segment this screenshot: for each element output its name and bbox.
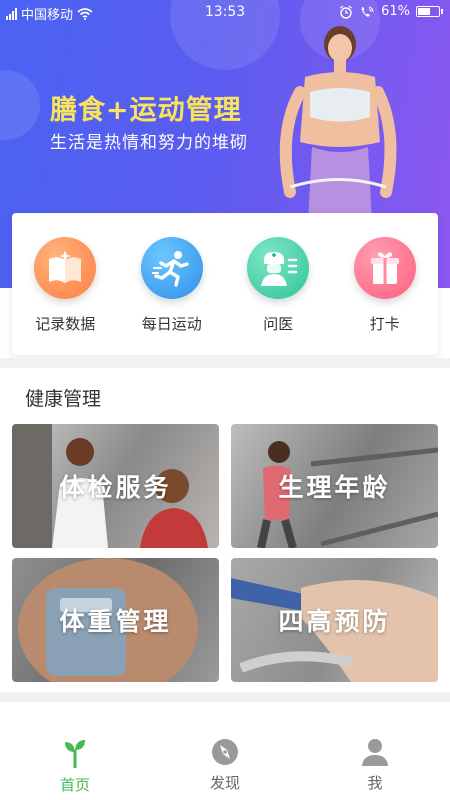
tab-home[interactable]: 首页 xyxy=(0,702,150,800)
nurse-icon xyxy=(247,237,310,299)
tile-label: 四高预防 xyxy=(278,607,391,636)
tile-label: 体重管理 xyxy=(59,607,172,636)
tab-discover[interactable]: 发现 xyxy=(150,702,300,800)
tile-label: 生理年龄 xyxy=(278,473,391,502)
tile-physical-exam[interactable]: 体检服务 xyxy=(12,424,219,548)
tab-home-label: 首页 xyxy=(59,776,90,794)
gift-box-icon xyxy=(353,237,416,299)
daily-exercise-label: 每日运动 xyxy=(141,315,202,333)
person-icon xyxy=(362,739,388,766)
fitness-woman-illustration xyxy=(279,26,397,222)
banner-subtitle: 生活是热情和努力的堆砌 xyxy=(50,133,248,153)
alarm-clock-icon xyxy=(340,5,352,19)
status-bar: 中国移动 13:53 61% xyxy=(0,0,450,26)
section-divider xyxy=(0,692,450,702)
tile-weight-management[interactable]: 体重管理 xyxy=(12,558,219,682)
hd-call-icon xyxy=(361,6,374,17)
ask-doctor-label: 问医 xyxy=(263,315,294,333)
record-data-label: 记录数据 xyxy=(35,315,96,333)
battery-level xyxy=(418,8,430,15)
runner-icon xyxy=(140,237,203,299)
tab-me[interactable]: 我 xyxy=(300,702,450,800)
daily-exercise-button[interactable]: 每日运动 xyxy=(127,237,217,334)
bottom-tab-bar: 首页 发现 我 xyxy=(0,702,450,800)
battery-percent: 61% xyxy=(381,4,410,19)
sprout-icon xyxy=(65,740,85,768)
check-in-button[interactable]: 打卡 xyxy=(340,237,430,334)
quick-actions-card: 记录数据 每日运动 问医 打卡 xyxy=(12,213,438,355)
record-data-button[interactable]: 记录数据 xyxy=(20,237,110,334)
tile-physiological-age[interactable]: 生理年龄 xyxy=(231,424,438,548)
section-title-health: 健康管理 xyxy=(25,388,102,410)
tile-four-highs-prevention[interactable]: 四高预防 xyxy=(231,558,438,682)
ask-doctor-button[interactable]: 问医 xyxy=(233,237,323,334)
tab-discover-label: 发现 xyxy=(209,774,240,792)
section-divider xyxy=(0,358,450,368)
tab-me-label: 我 xyxy=(367,774,383,792)
check-in-label: 打卡 xyxy=(369,315,400,333)
book-icon xyxy=(34,237,97,299)
tile-label: 体检服务 xyxy=(59,473,172,502)
battery-icon xyxy=(416,6,443,17)
banner-title: 膳食+运动管理 xyxy=(50,95,242,126)
status-right: 61% xyxy=(339,4,443,19)
decor-bubble xyxy=(0,70,40,140)
compass-icon xyxy=(212,739,238,765)
